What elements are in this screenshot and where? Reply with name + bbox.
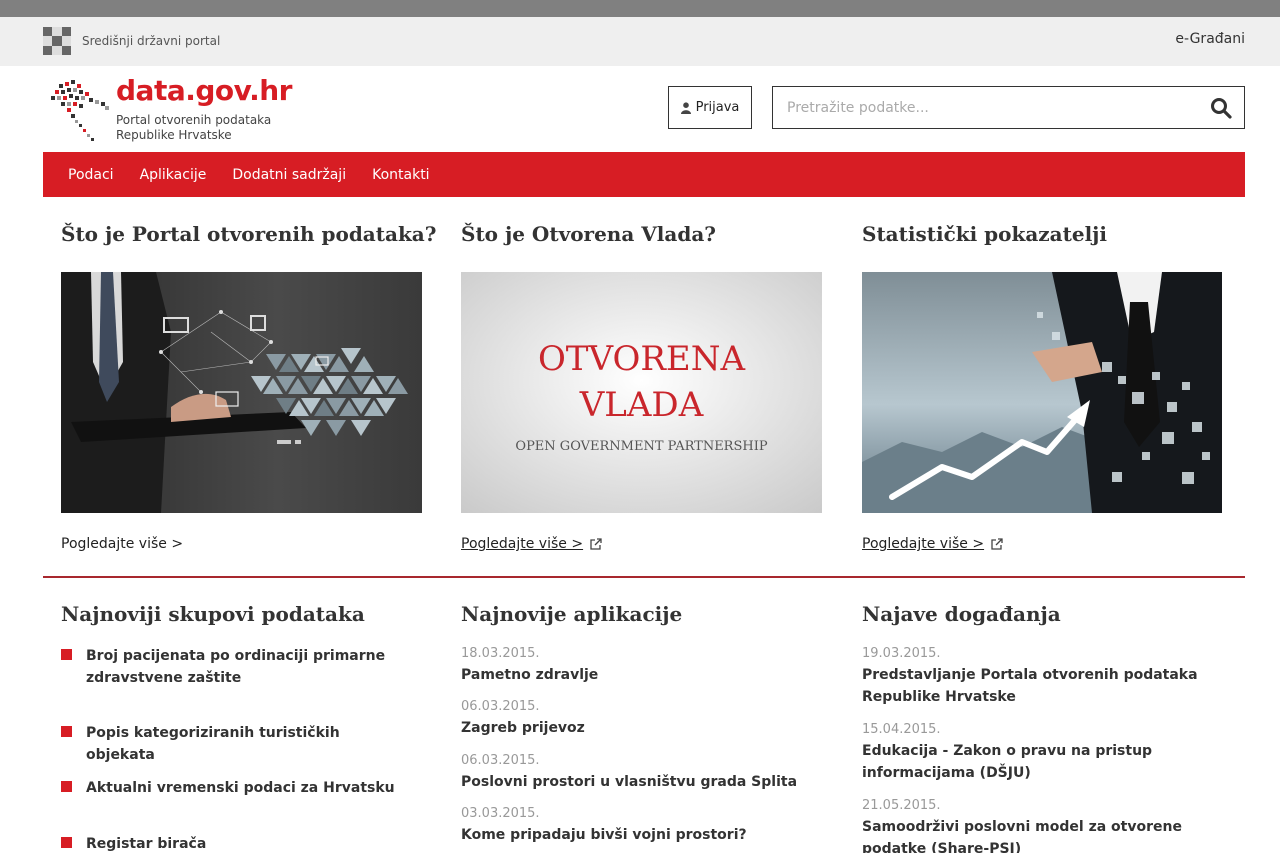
feature-title-portal: Što je Portal otvorenih podataka? <box>61 222 437 246</box>
app-item[interactable]: 06.03.2015. Zagreb prijevoz <box>461 699 826 739</box>
app-item[interactable]: 03.03.2015. Kome pripadaju bivši vojni p… <box>461 806 826 846</box>
dataset-item[interactable]: Broj pacijenata po ordinaciji primarne z… <box>61 645 401 689</box>
feature-title-statisticki: Statistički pokazatelji <box>862 222 1108 246</box>
e-gradani-link[interactable]: e-Građani <box>1175 31 1245 47</box>
app-title[interactable]: Poslovni prostori u vlasništvu grada Spl… <box>461 771 826 793</box>
app-date: 18.03.2015. <box>461 646 540 661</box>
feature-link-portal[interactable]: Pogledajte više > <box>61 536 422 552</box>
app-date: 06.03.2015. <box>461 699 540 714</box>
search-box <box>772 86 1245 129</box>
event-item[interactable]: 21.05.2015. Samoodrživi poslovni model z… <box>862 798 1227 853</box>
site-subtitle-line2: Republike Hrvatske <box>116 128 232 142</box>
site-header: data.gov.hr Portal otvorenih podataka Re… <box>0 66 1280 152</box>
user-icon <box>680 101 691 114</box>
site-subtitle-line1: Portal otvorenih podataka <box>116 113 272 127</box>
ogp-image-line3: OPEN GOVERNMENT PARTNERSHIP <box>515 439 767 454</box>
site-name[interactable]: data.gov.hr <box>116 74 292 107</box>
feature-image-otvorena-vlada[interactable]: OTVORENA VLADA OPEN GOVERNMENT PARTNERSH… <box>461 272 822 513</box>
event-date: 21.05.2015. <box>862 798 941 813</box>
event-item[interactable]: 19.03.2015. Predstavljanje Portala otvor… <box>862 646 1227 708</box>
event-date: 15.04.2015. <box>862 722 941 737</box>
app-title[interactable]: Zagreb prijevoz <box>461 717 826 739</box>
site-logo-icon[interactable] <box>49 76 111 142</box>
dataset-item[interactable]: Aktualni vremenski podaci za Hrvatsku <box>61 777 401 799</box>
external-link-icon <box>991 537 1003 550</box>
login-label: Prijava <box>695 100 740 115</box>
main-nav: Podaci Aplikacije Dodatni sadržaji Konta… <box>43 152 1245 197</box>
ogp-image-line2: VLADA <box>579 385 704 425</box>
search-input[interactable] <box>787 87 1187 128</box>
feature-link-otvorena-vlada-label: Pogledajte više > <box>461 536 584 552</box>
feature-link-statisticki[interactable]: Pogledajte više > <box>862 536 1223 552</box>
dataset-item[interactable]: Popis kategoriziranih turističkih objeka… <box>61 722 401 766</box>
gov-portal-title[interactable]: Središnji državni portal <box>82 34 220 48</box>
gov-portal-logo-icon[interactable] <box>43 27 71 55</box>
search-icon[interactable] <box>1210 97 1232 119</box>
app-title[interactable]: Pametno zdravlje <box>461 664 826 686</box>
dataset-item[interactable]: Registar birača <box>61 833 401 853</box>
app-item[interactable]: 06.03.2015. Poslovni prostori u vlasništ… <box>461 753 826 793</box>
feature-title-otvorena-vlada: Što je Otvorena Vlada? <box>461 222 716 246</box>
nav-item-dodatni-sadrzaji[interactable]: Dodatni sadržaji <box>232 167 346 183</box>
nav-item-aplikacije[interactable]: Aplikacije <box>140 167 207 183</box>
feature-image-portal[interactable] <box>61 272 422 513</box>
site-subtitle: Portal otvorenih podataka Republike Hrva… <box>116 113 271 143</box>
app-date: 03.03.2015. <box>461 806 540 821</box>
feature-link-portal-label: Pogledajte više > <box>61 536 184 552</box>
business-growth-image <box>862 272 1222 513</box>
event-date: 19.03.2015. <box>862 646 941 661</box>
datasets-section-title: Najnoviji skupovi podataka <box>61 602 365 626</box>
section-divider <box>43 576 1245 578</box>
nav-item-podaci[interactable]: Podaci <box>68 167 114 183</box>
app-date: 06.03.2015. <box>461 753 540 768</box>
external-link-icon <box>590 537 602 550</box>
app-title[interactable]: Kome pripadaju bivši vojni prostori? <box>461 824 826 846</box>
feature-link-otvorena-vlada[interactable]: Pogledajte više > <box>461 536 822 552</box>
feature-link-statisticki-label: Pogledajte više > <box>862 536 985 552</box>
gov-portal-bar: Središnji državni portal e-Građani <box>0 17 1280 66</box>
apps-section-title: Najnovije aplikacije <box>461 602 683 626</box>
event-title[interactable]: Samoodrživi poslovni model za otvorene p… <box>862 816 1227 853</box>
event-title[interactable]: Predstavljanje Portala otvorenih podatak… <box>862 664 1227 708</box>
event-title[interactable]: Edukacija - Zakon o pravu na pristup inf… <box>862 740 1227 784</box>
top-strip <box>0 0 1280 17</box>
login-button[interactable]: Prijava <box>668 86 752 129</box>
nav-item-kontakti[interactable]: Kontakti <box>372 167 429 183</box>
events-section-title: Najave događanja <box>862 602 1061 626</box>
event-item[interactable]: 15.04.2015. Edukacija - Zakon o pravu na… <box>862 722 1227 784</box>
ogp-image-line1: OTVORENA <box>538 339 746 379</box>
business-tablet-image <box>61 272 422 513</box>
feature-image-statisticki[interactable] <box>862 272 1223 513</box>
app-item[interactable]: 18.03.2015. Pametno zdravlje <box>461 646 826 686</box>
otvorena-vlada-image: OTVORENA VLADA OPEN GOVERNMENT PARTNERSH… <box>461 272 822 513</box>
